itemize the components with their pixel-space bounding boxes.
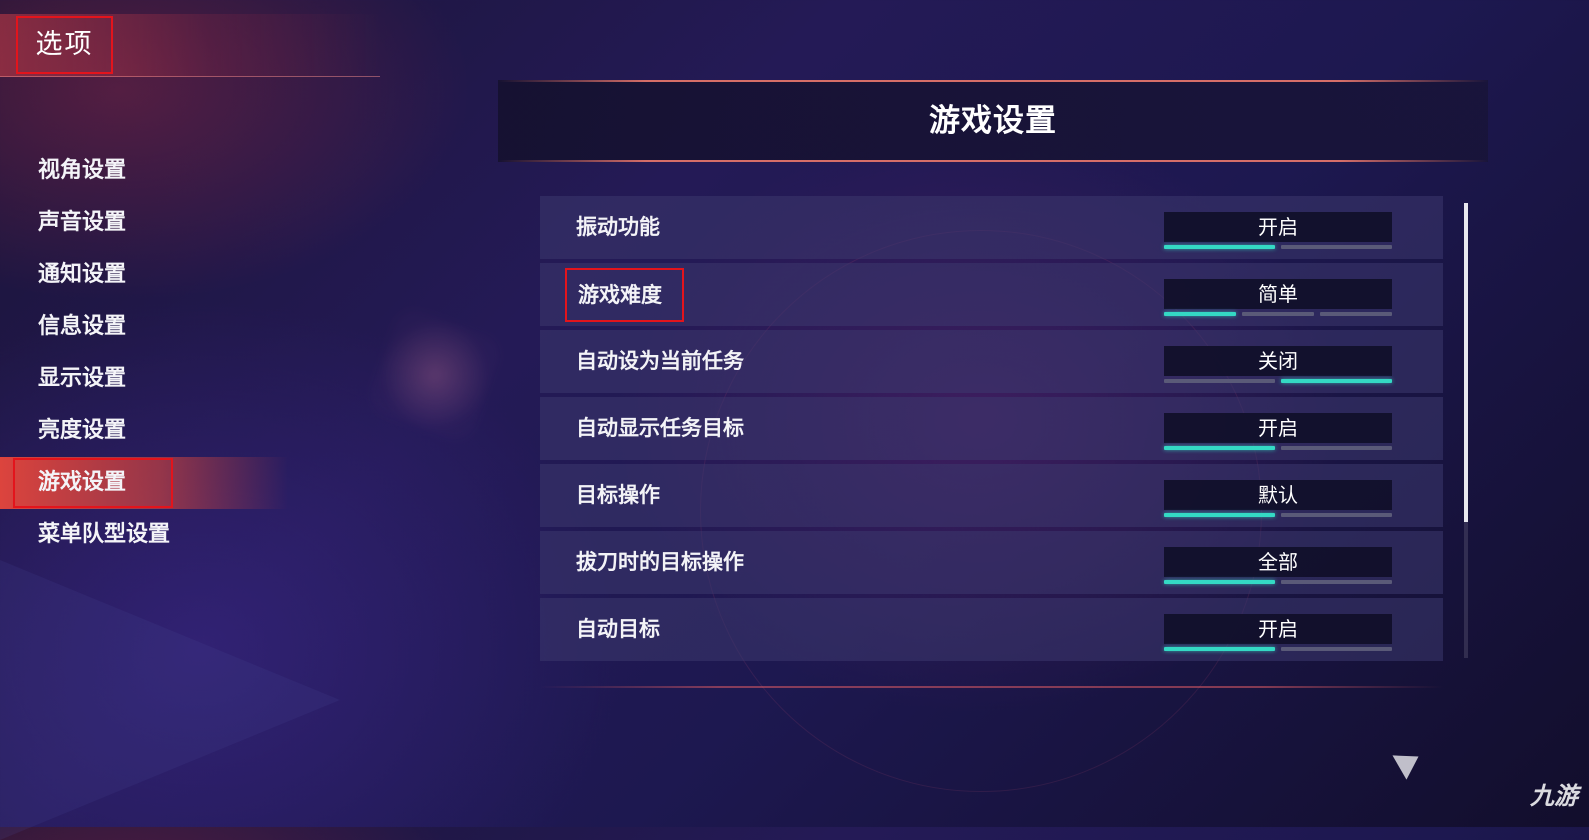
option-segment xyxy=(1164,379,1275,383)
setting-label: 拔刀时的目标操作 xyxy=(576,550,744,574)
background-triangle xyxy=(0,560,340,840)
setting-label: 自动设为当前任务 xyxy=(576,349,744,373)
setting-value-selector[interactable]: 开启 xyxy=(1164,413,1392,443)
option-segment xyxy=(1281,580,1392,584)
setting-label: 自动目标 xyxy=(576,617,660,641)
setting-row-auto-target[interactable]: 自动目标 开启 xyxy=(540,598,1443,661)
9game-logo-icon xyxy=(1392,744,1426,780)
option-segment xyxy=(1242,312,1314,316)
option-segment-selected xyxy=(1164,312,1236,316)
option-indicator xyxy=(1164,647,1392,652)
setting-value-selector[interactable]: 开启 xyxy=(1164,614,1392,644)
option-segment-selected xyxy=(1164,647,1275,651)
option-segment-selected xyxy=(1164,446,1275,450)
watermark-text: 九游 xyxy=(1530,782,1578,810)
option-segment xyxy=(1320,312,1392,316)
background-hexagon xyxy=(364,304,506,446)
setting-value-selector[interactable]: 开启 xyxy=(1164,212,1392,242)
setting-value-selector[interactable]: 默认 xyxy=(1164,480,1392,510)
panel-title: 游戏设置 xyxy=(929,103,1057,139)
option-segment xyxy=(1281,245,1392,249)
sidebar-item-display[interactable]: 显示设置 xyxy=(0,353,360,405)
settings-sidebar: 视角设置 声音设置 通知设置 信息设置 显示设置 亮度设置 游戏设置 菜单队型设… xyxy=(0,145,360,561)
sidebar-item-sound[interactable]: 声音设置 xyxy=(0,197,360,249)
option-indicator xyxy=(1164,446,1392,451)
setting-label: 目标操作 xyxy=(576,483,660,507)
option-segment xyxy=(1281,446,1392,450)
option-indicator xyxy=(1164,379,1392,384)
option-indicator xyxy=(1164,580,1392,585)
option-segment-selected xyxy=(1164,513,1275,517)
option-indicator xyxy=(1164,312,1392,317)
setting-row-auto-show-quest-target[interactable]: 自动显示任务目标 开启 xyxy=(540,397,1443,460)
setting-value-selector[interactable]: 简单 xyxy=(1164,279,1392,309)
sidebar-item-camera[interactable]: 视角设置 xyxy=(0,145,360,197)
setting-row-target-control[interactable]: 目标操作 默认 xyxy=(540,464,1443,527)
sidebar-item-information[interactable]: 信息设置 xyxy=(0,301,360,353)
options-title: 选项 xyxy=(16,16,113,74)
panel-bottom-divider xyxy=(540,686,1443,688)
setting-row-difficulty[interactable]: 游戏难度 简单 xyxy=(540,263,1443,326)
option-segment-selected xyxy=(1164,580,1275,584)
setting-value-selector[interactable]: 全部 xyxy=(1164,547,1392,577)
setting-row-draw-weapon-target-control[interactable]: 拔刀时的目标操作 全部 xyxy=(540,531,1443,594)
setting-label: 游戏难度 xyxy=(565,268,684,322)
sidebar-item-menu-formation[interactable]: 菜单队型设置 xyxy=(0,509,360,561)
panel-title-bar: 游戏设置 xyxy=(498,80,1488,162)
setting-row-vibration[interactable]: 振动功能 开启 xyxy=(540,196,1443,259)
setting-value-selector[interactable]: 关闭 xyxy=(1164,346,1392,376)
option-segment-selected xyxy=(1281,379,1392,383)
option-segment xyxy=(1281,513,1392,517)
setting-label: 振动功能 xyxy=(576,215,660,239)
settings-list: 振动功能 开启 游戏难度 简单 自动设为当前任务 关闭 自动显示任务目标 开启 … xyxy=(540,196,1443,665)
sidebar-item-notification[interactable]: 通知设置 xyxy=(0,249,360,301)
sidebar-item-game[interactable]: 游戏设置 xyxy=(0,457,360,509)
option-segment xyxy=(1281,647,1392,651)
setting-label: 自动显示任务目标 xyxy=(576,416,744,440)
option-segment-selected xyxy=(1164,245,1275,249)
scrollbar-thumb[interactable] xyxy=(1464,203,1468,522)
option-indicator xyxy=(1164,513,1392,518)
sidebar-item-brightness[interactable]: 亮度设置 xyxy=(0,405,360,457)
setting-row-auto-set-current-quest[interactable]: 自动设为当前任务 关闭 xyxy=(540,330,1443,393)
option-indicator xyxy=(1164,245,1392,250)
settings-scrollbar[interactable] xyxy=(1464,203,1468,658)
